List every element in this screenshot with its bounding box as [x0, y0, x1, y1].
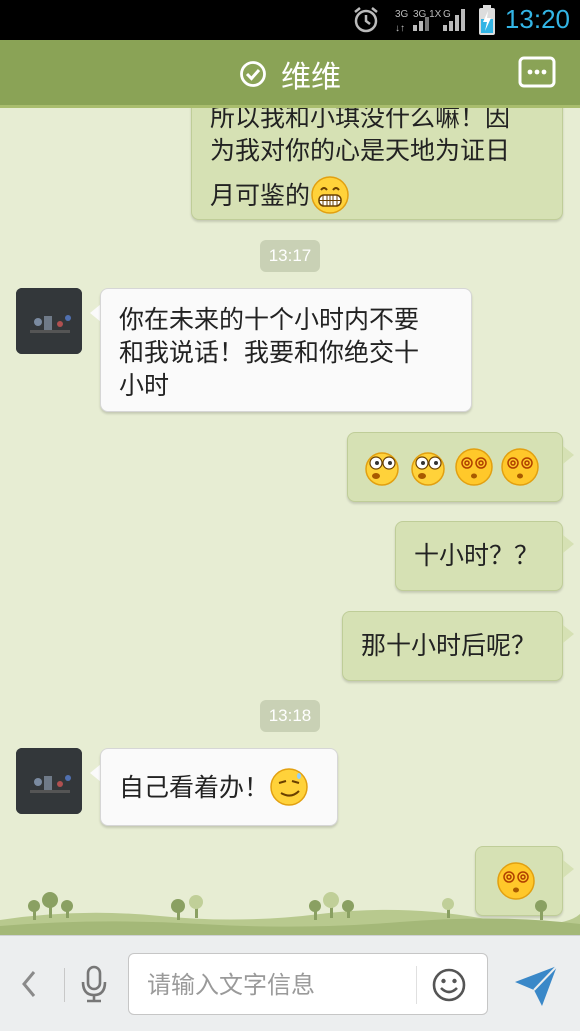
message-input-bar: [0, 935, 580, 1031]
more-options-icon[interactable]: [518, 56, 556, 88]
message-line: 所以我和小琪没什么嘛！因: [210, 108, 511, 132]
avatar[interactable]: [16, 288, 82, 354]
alarm-icon: [354, 7, 378, 33]
chat-header: 维维: [0, 40, 580, 108]
message-list[interactable]: 所以我和小琪没什么嘛！因 为我对你的心是天地为证日 月可鉴的 13:17 你在未…: [0, 108, 580, 932]
message-line: 和我说话！我要和你绝交十: [119, 338, 420, 367]
chevron-left-icon[interactable]: [16, 966, 42, 1002]
message-input-field[interactable]: [128, 953, 488, 1015]
message-text: 那十小时后呢？: [361, 631, 537, 660]
shocked-emoji: [411, 452, 445, 486]
message-bubble-outgoing[interactable]: [347, 432, 563, 502]
network-label-g: G: [443, 9, 451, 20]
divider: [64, 968, 65, 1002]
message-bubble-outgoing[interactable]: 所以我和小琪没什么嘛！因 为我对你的心是天地为证日 月可鉴的: [191, 108, 563, 220]
avatar-image: [16, 748, 82, 814]
message-bubble-incoming[interactable]: 你在未来的十个小时内不要 和我说话！我要和你绝交十 小时: [100, 288, 472, 412]
avatar[interactable]: [16, 748, 82, 814]
message-text: 十小时？？: [414, 541, 540, 570]
network-label-3g: 3G: [395, 9, 409, 20]
message-input[interactable]: [147, 966, 417, 1004]
check-circle-icon: [240, 61, 266, 87]
timestamp: 13:17: [260, 240, 320, 272]
svg-text:↓↑: ↓↑: [395, 23, 405, 34]
shocked-emoji: [365, 452, 399, 486]
divider: [416, 966, 417, 1004]
status-bar: 3G ↓↑ 3G 1X G 13:20: [0, 0, 580, 40]
clock: 13:20: [504, 4, 570, 34]
microphone-icon[interactable]: [78, 964, 110, 1004]
signal-icon: 3G ↓↑ 3G 1X G: [395, 9, 465, 34]
smirk-emoji: [270, 768, 308, 806]
avatar-image: [16, 288, 82, 354]
timestamp: 13:18: [260, 700, 320, 732]
message-bubble-incoming[interactable]: 自己看着办！: [100, 748, 338, 826]
message-line: 为我对你的心是天地为证日: [210, 136, 511, 165]
message-text: 自己看着办！: [119, 772, 270, 802]
message-line: 小时: [119, 371, 170, 400]
message-line: 你在未来的十个小时内不要: [119, 305, 420, 334]
contact-name: 维维: [281, 60, 341, 95]
dizzy-emoji: [501, 448, 539, 486]
message-line: 月可鉴的: [210, 180, 311, 210]
message-bubble-outgoing[interactable]: 那十小时后呢？: [342, 611, 563, 681]
dizzy-emoji: [455, 448, 493, 486]
background-scenery: [0, 892, 580, 936]
message-bubble-outgoing[interactable]: 十小时？？: [395, 521, 563, 591]
grin-emoji: [311, 176, 349, 214]
battery-icon: [479, 5, 495, 35]
smiley-icon[interactable]: [431, 967, 467, 1003]
send-icon[interactable]: [512, 962, 560, 1010]
